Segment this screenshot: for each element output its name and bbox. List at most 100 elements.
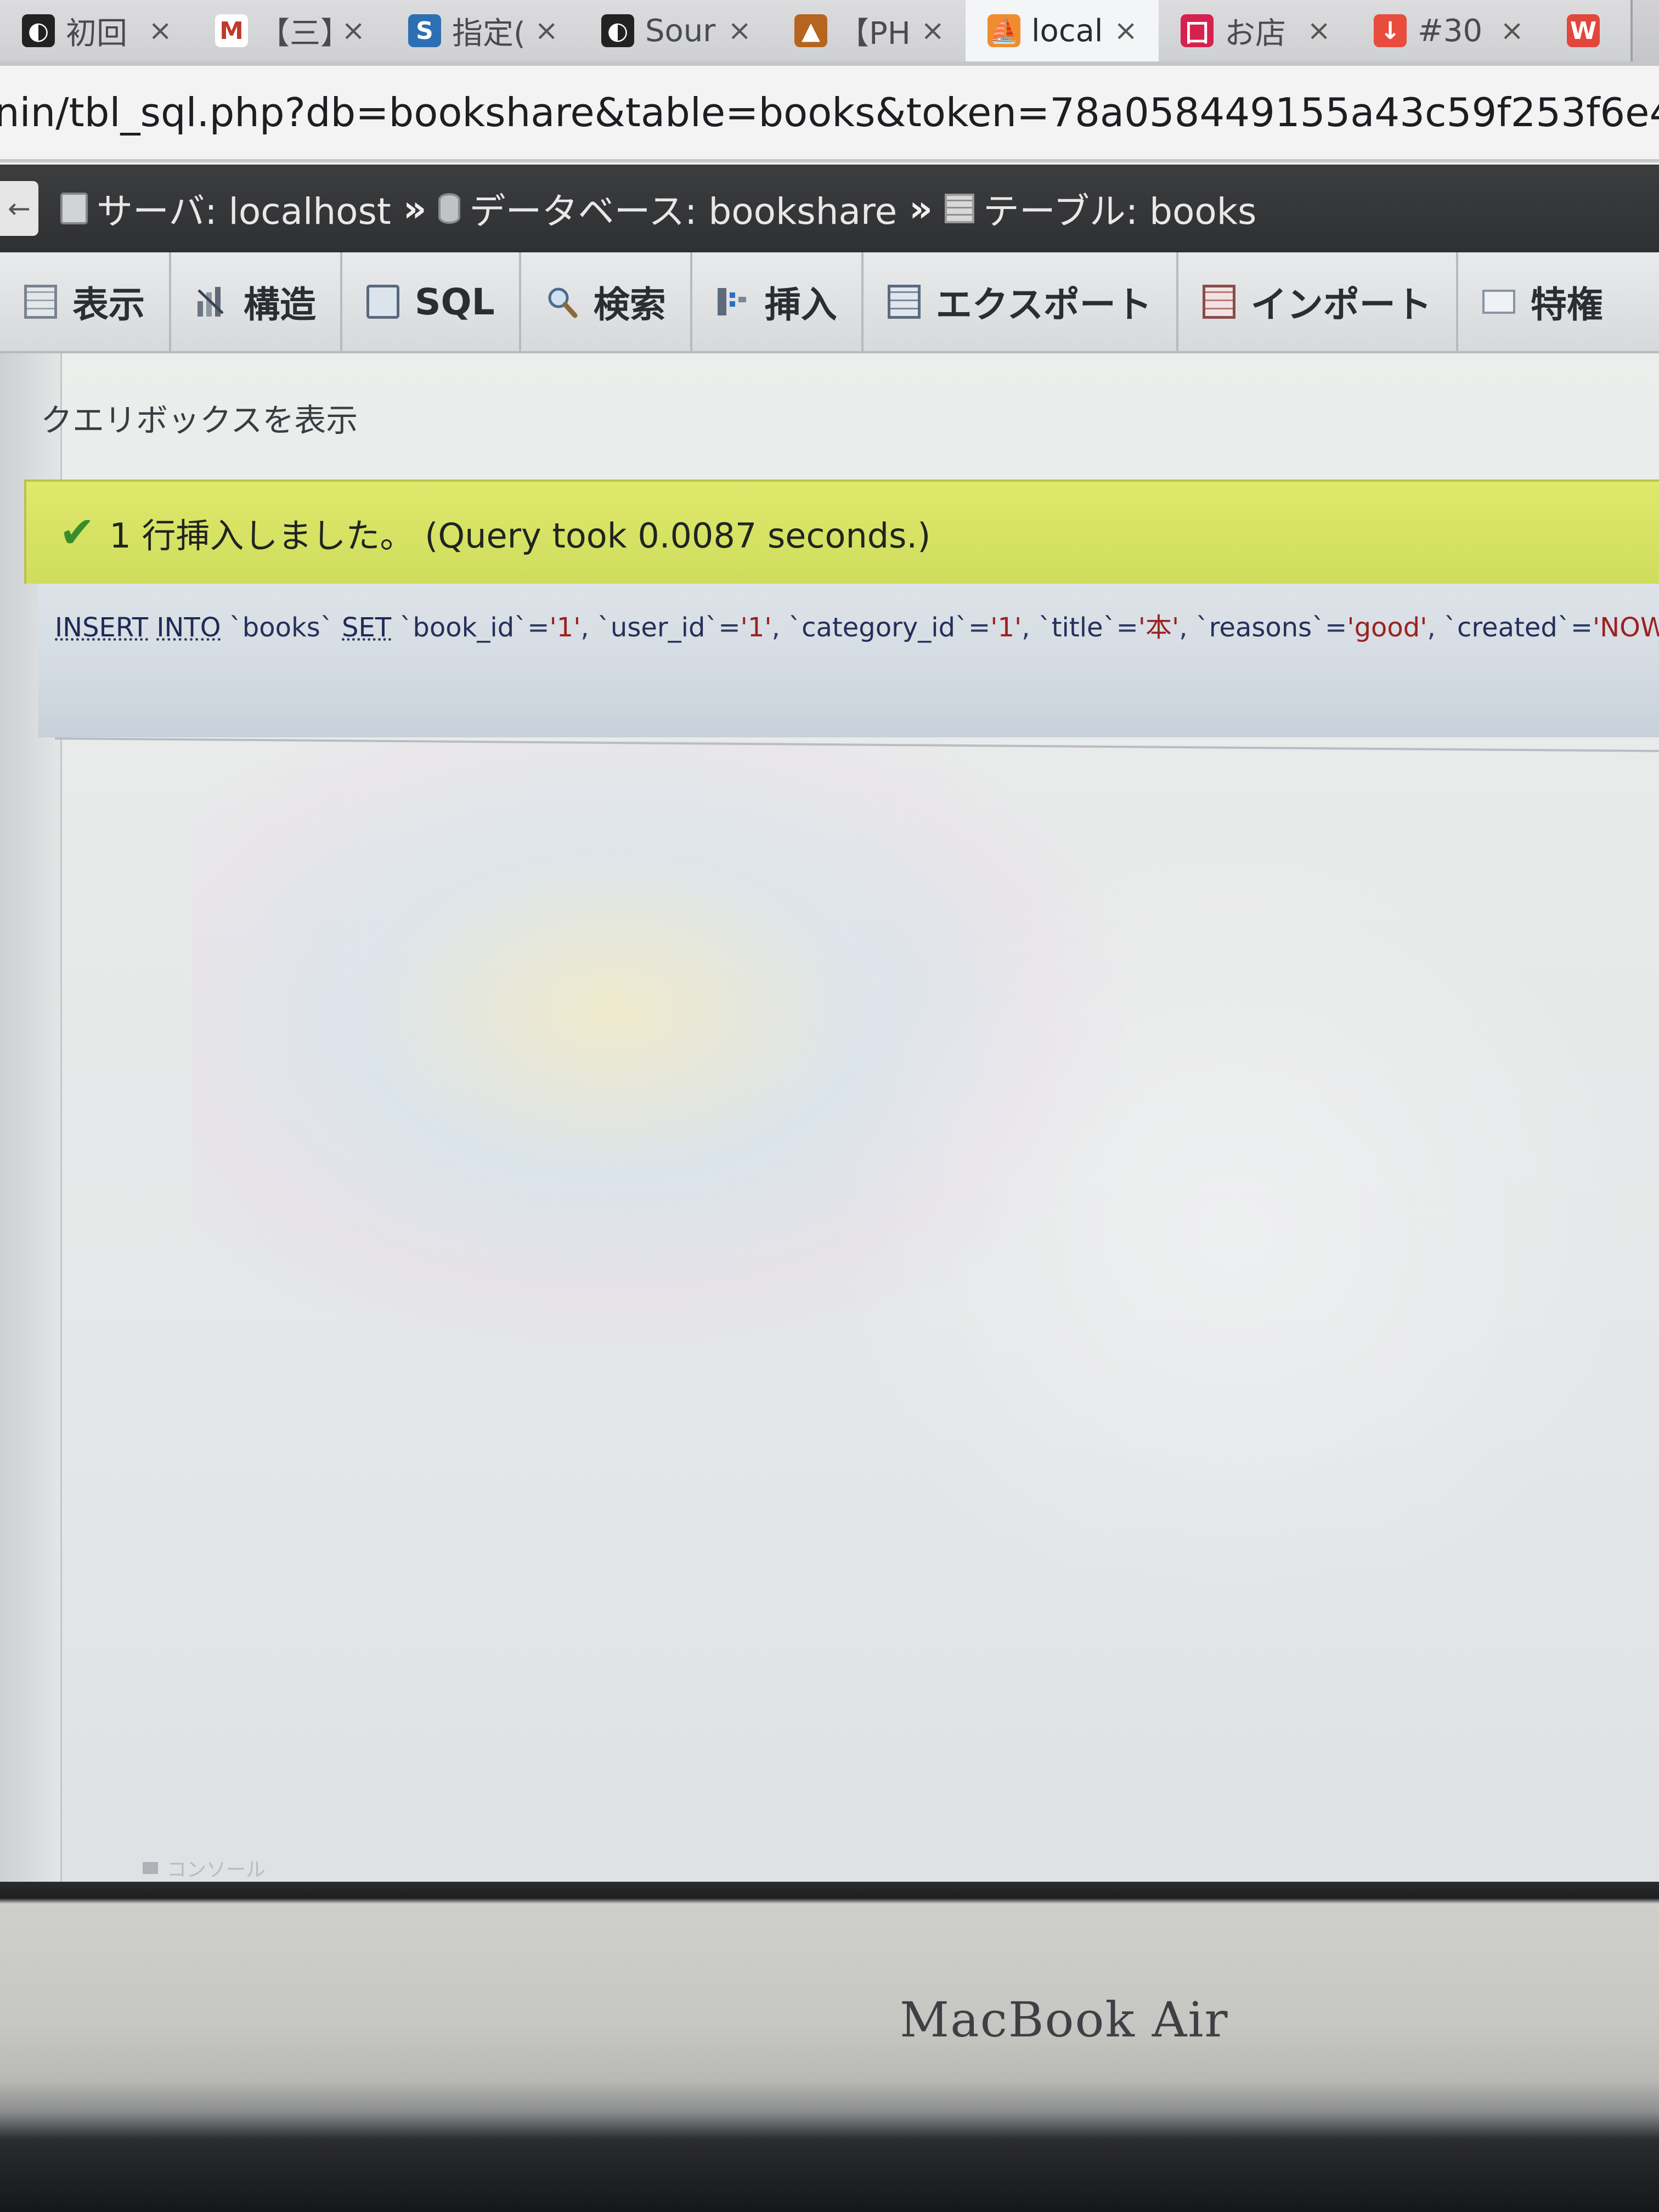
sql-value: 'good' [1347, 612, 1427, 643]
tab-privileges[interactable]: 特権 [1458, 252, 1627, 351]
tab-close-icon[interactable]: × [341, 14, 365, 47]
search-icon [545, 285, 578, 319]
breadcrumb-table[interactable]: テーブル: books [944, 182, 1257, 235]
browser-tab-1[interactable]: ◐ 初回 × [0, 0, 196, 61]
tab-export[interactable]: エクスポート [864, 252, 1178, 351]
breadcrumb-table-label: テーブル: books [983, 190, 1257, 233]
divider [54, 737, 1659, 752]
sql-value: 'NOW()' [1593, 612, 1659, 643]
browser-tab-7[interactable]: 囗 お店 × [1159, 0, 1355, 61]
sql-column: `category_id` [788, 612, 969, 643]
breadcrumb-database-label: データベース: bookshare [469, 190, 898, 233]
sql-comma: , [580, 612, 589, 643]
tab-label: 指定( [452, 15, 524, 52]
sql-keyword[interactable]: INSERT [55, 612, 148, 643]
tab-sql[interactable]: SQL [342, 252, 521, 351]
shop-icon: 囗 [1181, 14, 1214, 47]
export-icon [887, 285, 921, 319]
insert-icon [716, 285, 749, 319]
address-bar[interactable]: nin/tbl_sql.php?db=bookshare&table=books… [0, 66, 1659, 162]
sql-column: `title` [1038, 612, 1116, 643]
s-icon: S [408, 14, 441, 47]
tab-browse-label: 表示 [72, 284, 145, 326]
tab-close-icon[interactable]: × [148, 14, 172, 47]
tab-close-icon[interactable]: × [921, 14, 945, 47]
tab-label: 【三】 [259, 15, 330, 52]
browser-tab-5[interactable]: ▲ 【PH × [772, 0, 969, 61]
tab-structure[interactable]: 構造 [171, 252, 342, 351]
gmail-icon: M [215, 14, 248, 47]
laptop-bezel [0, 1882, 1659, 2212]
sql-column: `book_id` [399, 612, 528, 643]
tab-search-label: 検索 [593, 284, 666, 326]
database-icon [438, 193, 461, 224]
back-arrow-icon[interactable]: ← [0, 181, 38, 236]
sql-operator: = [527, 612, 550, 643]
tab-import[interactable]: インポート [1178, 252, 1458, 351]
browser-screen: ◐ 初回 × M 【三】 × S 指定( × ◐ Sour × ▲ 【PH × … [0, 0, 1659, 1882]
url-text[interactable]: nin/tbl_sql.php?db=bookshare&table=books… [0, 89, 1659, 136]
table-menu: 表示 構造 SQL 検索 挿入 エクスポート インポート 特権 [0, 252, 1659, 353]
tab-label: local [1031, 13, 1103, 49]
github-icon: ◐ [601, 14, 634, 47]
sql-operator: = [968, 612, 991, 643]
sql-comma: , [1022, 612, 1030, 643]
tab-import-label: インポート [1250, 284, 1432, 326]
tab-privileges-label: 特権 [1530, 284, 1603, 326]
laptop-brand: MacBook Air [900, 1991, 1229, 2048]
success-message: ✔ 1 行挿入しました。 (Query took 0.0087 seconds.… [24, 479, 1659, 584]
tab-insert-label: 挿入 [764, 284, 837, 326]
github-icon: ◐ [22, 14, 55, 47]
tab-search[interactable]: 検索 [521, 252, 692, 351]
import-icon [1202, 285, 1235, 319]
sql-value: '本' [1138, 612, 1180, 643]
sql-comma: , [771, 612, 780, 643]
sql-column: `reasons` [1195, 612, 1325, 643]
tab-close-icon[interactable]: × [534, 14, 558, 47]
privileges-icon [1482, 290, 1515, 314]
browser-tab-9[interactable]: W [1545, 0, 1633, 61]
tab-close-icon[interactable]: × [1307, 14, 1331, 47]
tab-export-label: エクスポート [935, 284, 1152, 326]
sql-comma: , [1179, 612, 1188, 643]
browser-tab-active[interactable]: ⛵ local × [966, 0, 1162, 61]
check-icon: ✔ [59, 508, 95, 557]
breadcrumb-separator: » [403, 187, 427, 230]
tab-close-icon[interactable]: × [1500, 14, 1524, 47]
download-icon: ↓ [1374, 14, 1407, 47]
sql-icon [366, 285, 399, 319]
show-query-box-link[interactable]: クエリボックスを表示 [41, 394, 358, 441]
sql-table: `books` [229, 612, 334, 643]
breadcrumb-separator: » [909, 187, 933, 230]
tab-label: お店 [1224, 15, 1286, 52]
sql-keyword: INTO [156, 612, 221, 643]
w-icon: W [1567, 14, 1600, 47]
tab-insert[interactable]: 挿入 [692, 252, 864, 351]
tab-label: 【PH [838, 15, 910, 52]
browser-tab-2[interactable]: M 【三】 × [193, 0, 390, 61]
tab-browse[interactable]: 表示 [0, 252, 171, 351]
tab-label: Sour [645, 13, 716, 49]
sql-operator: = [718, 612, 741, 643]
console-icon [143, 1862, 158, 1874]
browser-tab-3[interactable]: S 指定( × [386, 0, 583, 61]
tab-close-icon[interactable]: × [1114, 14, 1138, 47]
sql-value: '1' [740, 612, 772, 643]
tab-close-icon[interactable]: × [727, 14, 752, 47]
sql-comma: , [1427, 612, 1436, 643]
sql-operator: = [1570, 612, 1593, 643]
tab-sql-label: SQL [415, 280, 495, 323]
console-label: コンソール [167, 1859, 266, 1881]
breadcrumb-server[interactable]: サーバ: localhost [60, 182, 391, 235]
browser-tab-8[interactable]: ↓ #30 × [1352, 0, 1548, 61]
sql-column: `created` [1443, 612, 1571, 643]
tab-structure-label: 構造 [244, 284, 316, 326]
console-toggle[interactable]: コンソール [143, 1854, 266, 1882]
image-icon: ▲ [794, 14, 827, 47]
browser-tab-4[interactable]: ◐ Sour × [579, 0, 776, 61]
breadcrumb-database[interactable]: データベース: bookshare [438, 182, 897, 235]
sql-operator: = [1325, 612, 1347, 643]
sql-keyword[interactable]: SET [342, 612, 391, 643]
phpmyadmin-icon: ⛵ [988, 14, 1020, 47]
table-icon [944, 194, 974, 223]
